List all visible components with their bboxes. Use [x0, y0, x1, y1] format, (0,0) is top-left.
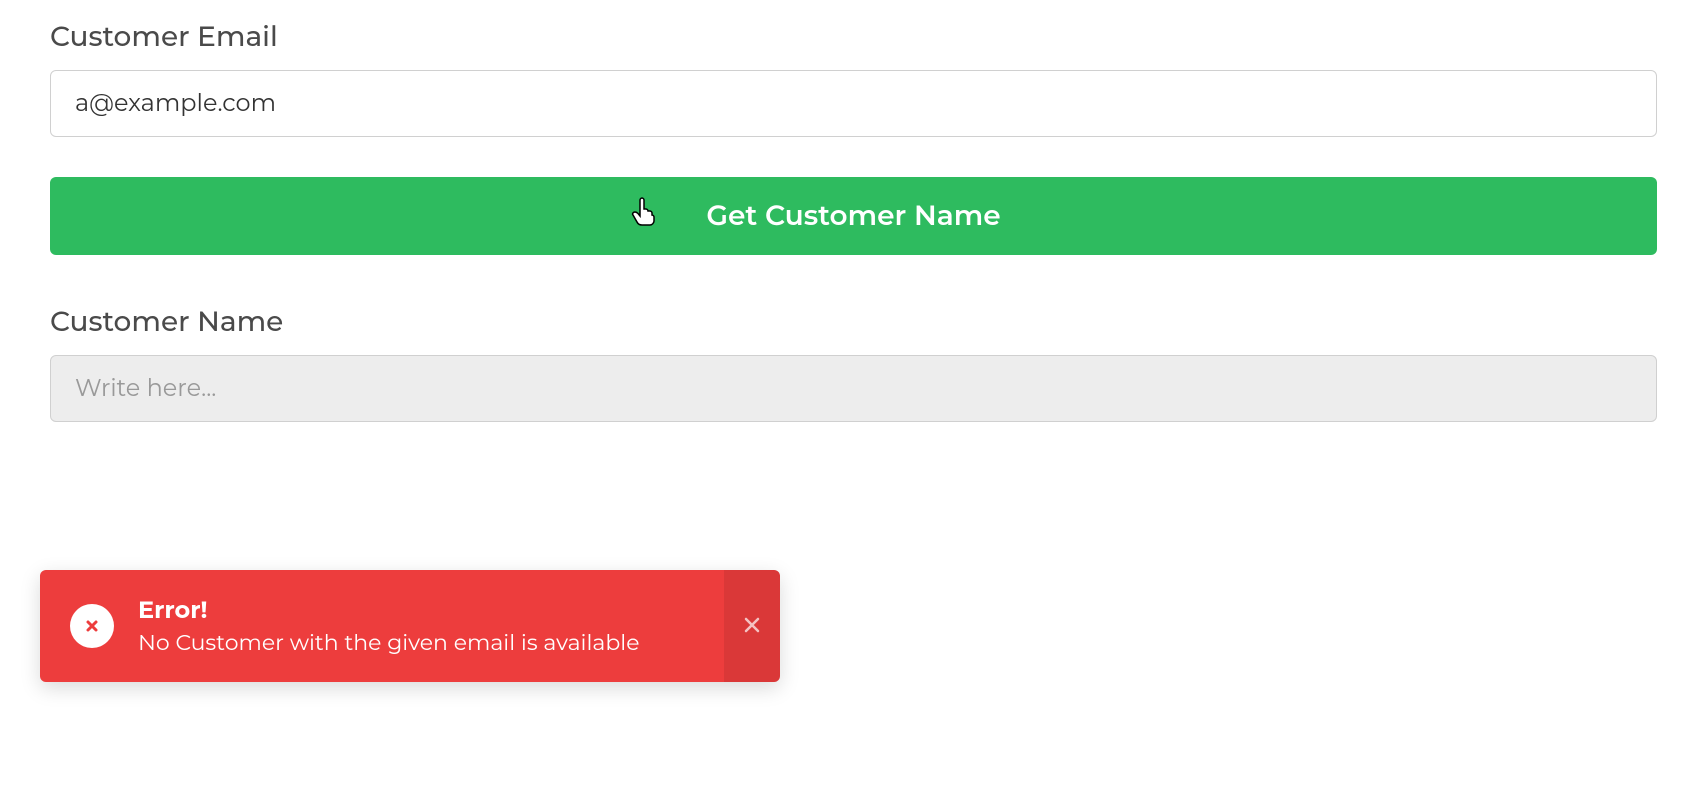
- email-label: Customer Email: [50, 20, 1657, 54]
- name-group: Customer Name: [50, 305, 1657, 422]
- button-label: Get Customer Name: [706, 199, 1000, 233]
- email-group: Customer Email: [50, 20, 1657, 137]
- name-input[interactable]: [50, 355, 1657, 422]
- error-icon: [70, 604, 114, 648]
- toast-content: Error! No Customer with the given email …: [138, 596, 750, 656]
- toast-title: Error!: [138, 596, 750, 625]
- email-input[interactable]: [50, 70, 1657, 137]
- pointer-cursor-icon: [630, 197, 656, 235]
- error-toast: Error! No Customer with the given email …: [40, 570, 780, 682]
- get-customer-name-button[interactable]: Get Customer Name: [50, 177, 1657, 255]
- toast-close-button[interactable]: [724, 570, 780, 682]
- close-icon: [743, 616, 761, 637]
- name-label: Customer Name: [50, 305, 1657, 339]
- toast-message: No Customer with the given email is avai…: [138, 629, 750, 656]
